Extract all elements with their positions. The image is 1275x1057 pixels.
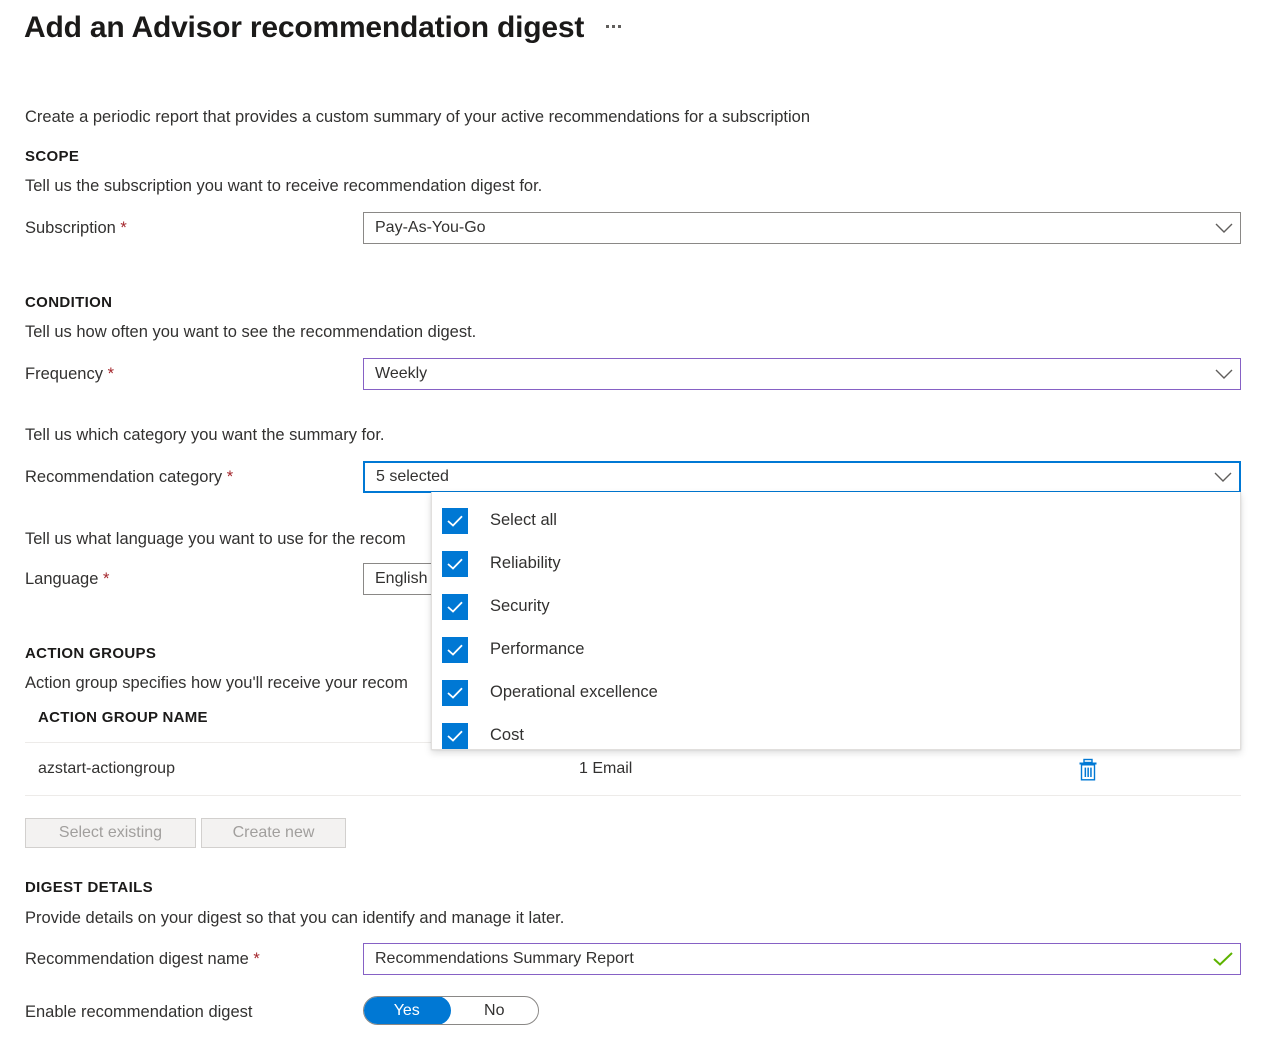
subscription-label: Subscription *	[25, 219, 127, 238]
action-group-name-column-header: ACTION GROUP NAME	[38, 709, 208, 726]
frequency-value: Weekly	[375, 365, 428, 382]
dropdown-option-label: Cost	[490, 726, 524, 744]
checkbox-checked-icon[interactable]	[442, 679, 468, 706]
digest-name-label: Recommendation digest name *	[25, 950, 260, 969]
checkbox-checked-icon[interactable]	[442, 722, 468, 749]
checkbox-checked-icon[interactable]	[442, 593, 468, 620]
recommendation-category-select[interactable]: 5 selected	[363, 461, 1241, 493]
language-description: Tell us what language you want to use fo…	[25, 530, 406, 548]
advisor-digest-form: Add an Advisor recommendation digest Cre…	[0, 0, 1275, 1057]
recommendation-category-label: Recommendation category *	[25, 468, 233, 487]
dropdown-option-cost[interactable]: Cost	[432, 714, 1240, 757]
language-label: Language *	[25, 570, 109, 589]
language-label-text: Language	[25, 570, 99, 588]
toggle-option-no[interactable]: No	[451, 997, 539, 1024]
chevron-down-icon	[1208, 359, 1240, 389]
frequency-label: Frequency *	[25, 365, 114, 384]
table-row-name: azstart-actiongroup	[38, 760, 175, 777]
create-new-button[interactable]: Create new	[201, 818, 346, 848]
digest-name-input[interactable]: Recommendations Summary Report	[363, 943, 1241, 975]
required-asterisk: *	[226, 468, 234, 486]
recommendation-category-dropdown-panel[interactable]: Select all Reliability Security Performa…	[431, 492, 1241, 750]
checkbox-checked-icon[interactable]	[442, 636, 468, 663]
required-asterisk: *	[120, 219, 127, 237]
subscription-value: Pay-As-You-Go	[375, 219, 486, 236]
table-divider-bottom	[25, 795, 1241, 796]
recommendation-category-label-text: Recommendation category	[25, 468, 223, 486]
dropdown-option-label: Reliability	[490, 554, 561, 572]
dropdown-option-performance[interactable]: Performance	[432, 628, 1240, 671]
digest-name-value: Recommendations Summary Report	[375, 950, 634, 967]
select-existing-button[interactable]: Select existing	[25, 818, 196, 848]
dropdown-option-label: Security	[490, 597, 550, 615]
digest-details-heading: DIGEST DETAILS	[25, 879, 153, 896]
enable-digest-label: Enable recommendation digest	[25, 1003, 253, 1021]
checkbox-checked-icon[interactable]	[442, 507, 468, 534]
page-title: Add an Advisor recommendation digest	[24, 11, 585, 44]
checkbox-checked-icon[interactable]	[442, 550, 468, 577]
recommendation-category-value: 5 selected	[376, 468, 449, 485]
digest-name-label-text: Recommendation digest name	[25, 950, 249, 968]
action-groups-description: Action group specifies how you'll receiv…	[25, 674, 408, 692]
subscription-label-text: Subscription	[25, 219, 116, 237]
chevron-down-icon	[1207, 463, 1239, 491]
frequency-label-text: Frequency	[25, 365, 103, 383]
table-row-detail: 1 Email	[579, 760, 633, 777]
dropdown-option-select-all[interactable]: Select all	[432, 499, 1240, 542]
category-description: Tell us which category you want the summ…	[25, 426, 385, 444]
dropdown-option-operational-excellence[interactable]: Operational excellence	[432, 671, 1240, 714]
dropdown-option-security[interactable]: Security	[432, 585, 1240, 628]
digest-details-description: Provide details on your digest so that y…	[25, 909, 565, 927]
condition-description: Tell us how often you want to see the re…	[25, 323, 477, 341]
delete-icon[interactable]	[1075, 757, 1101, 783]
frequency-select[interactable]: Weekly	[363, 358, 1241, 390]
subscription-select[interactable]: Pay-As-You-Go	[363, 212, 1241, 244]
scope-description: Tell us the subscription you want to rec…	[25, 177, 543, 195]
action-groups-heading: ACTION GROUPS	[25, 645, 157, 662]
enable-digest-toggle[interactable]: Yes No	[363, 996, 539, 1025]
intro-text: Create a periodic report that provides a…	[25, 108, 811, 126]
toggle-option-yes[interactable]: Yes	[364, 997, 451, 1024]
dropdown-option-label: Select all	[490, 511, 557, 529]
dropdown-option-label: Operational excellence	[490, 683, 658, 701]
scope-heading: SCOPE	[25, 148, 80, 165]
condition-heading: CONDITION	[25, 294, 113, 311]
required-asterisk: *	[103, 570, 110, 588]
page-header: Add an Advisor recommendation digest	[24, 8, 625, 48]
required-asterisk: *	[253, 950, 260, 968]
valid-check-icon	[1206, 952, 1240, 966]
chevron-down-icon	[1208, 213, 1240, 243]
more-options-icon[interactable]	[602, 19, 625, 38]
dropdown-option-label: Performance	[490, 640, 585, 658]
required-asterisk: *	[107, 365, 114, 383]
dropdown-option-reliability[interactable]: Reliability	[432, 542, 1240, 585]
